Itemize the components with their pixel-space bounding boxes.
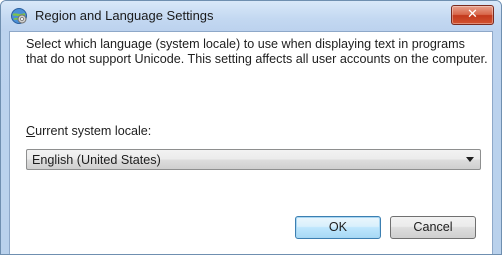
close-icon: ✕ bbox=[467, 7, 478, 22]
locale-label: Current system locale: bbox=[26, 124, 151, 138]
dialog-body: Select which language (system locale) to… bbox=[9, 31, 493, 254]
settings-globe-icon bbox=[10, 7, 28, 25]
title-bar[interactable]: Region and Language Settings ✕ bbox=[1, 1, 501, 31]
locale-label-text: urrent system locale: bbox=[35, 124, 152, 138]
locale-label-accelerator: C bbox=[26, 124, 36, 138]
region-language-dialog: Region and Language Settings ✕ Select wh… bbox=[0, 0, 502, 255]
system-locale-dropdown[interactable]: English (United States) bbox=[26, 149, 481, 170]
chevron-down-icon bbox=[466, 157, 474, 162]
close-button[interactable]: ✕ bbox=[451, 5, 494, 25]
cancel-button[interactable]: Cancel bbox=[390, 216, 476, 239]
window-title: Region and Language Settings bbox=[35, 8, 214, 23]
button-footer: OK Cancel bbox=[10, 187, 492, 254]
selected-locale-value: English (United States) bbox=[32, 153, 161, 167]
description-text: Select which language (system locale) to… bbox=[26, 37, 488, 66]
ok-button[interactable]: OK bbox=[295, 216, 381, 239]
